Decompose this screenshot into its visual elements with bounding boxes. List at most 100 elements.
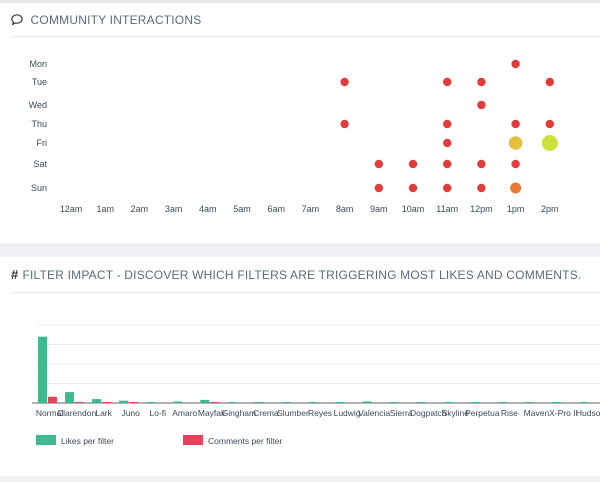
hour-label-2pm: 2pm [541, 204, 559, 214]
bar-comments-per-filter-mayfair [210, 402, 220, 403]
day-label-tue: Tue [32, 77, 47, 87]
interaction-point-tue-11am [443, 77, 452, 87]
legend-swatch-likes-per-filter [36, 435, 56, 445]
bar-likes-per-filter-crema [254, 402, 264, 403]
filter-label-lark: Lark [95, 408, 112, 418]
interaction-point-fri-11am [443, 138, 452, 148]
interaction-point-tue-8am [340, 77, 349, 87]
filter-label-lo-fi: Lo-fi [149, 408, 166, 418]
interaction-point-thu-2pm [545, 119, 554, 129]
bar-comments-per-filter-clarendon [75, 402, 85, 403]
day-label-sat: Sat [33, 159, 47, 169]
bar-likes-per-filter-maven [524, 402, 534, 403]
day-label-sun: Sun [31, 183, 47, 193]
bar-likes-per-filter-dogpatch [416, 402, 426, 403]
filter-label-ludwig: Ludwig [334, 408, 361, 418]
bar-comments-per-filter-normal [48, 396, 57, 403]
bar-likes-per-filter-normal [38, 336, 47, 403]
hour-label-1am: 1am [96, 204, 114, 214]
bar-likes-per-filter-lo-fi [146, 402, 156, 403]
interaction-point-thu-11am [443, 119, 452, 129]
filter-label-hudson: Hudson [576, 408, 600, 418]
bar-likes-per-filter-slumber [281, 402, 291, 403]
interaction-point-sun-1pm [510, 182, 522, 194]
interaction-point-sat-12pm [477, 159, 486, 169]
filter-label-maven: Maven [524, 408, 550, 418]
filter-label-gingham: Gingham [222, 408, 257, 418]
day-label-wed: Wed [29, 100, 47, 110]
filter-label-valencia: Valencia [358, 408, 390, 418]
hour-label-12am: 12am [60, 204, 83, 214]
filter-label-x-pro-ii: X-Pro II [549, 408, 578, 418]
bar-likes-per-filter-hudson [579, 402, 588, 403]
filter-label-perpetua: Perpetua [465, 408, 500, 418]
filter-label-reyes: Reyes [308, 408, 332, 418]
hour-label-2am: 2am [131, 204, 149, 214]
community-interactions-title: COMMUNITY INTERACTIONS [11, 13, 201, 27]
interaction-point-thu-8am [340, 119, 349, 129]
bar-likes-per-filter-gingham [227, 402, 237, 403]
legend-label-likes-per-filter: Likes per filter [61, 436, 114, 446]
interaction-point-mon-1pm [511, 59, 520, 69]
hour-label-6am: 6am [267, 204, 285, 214]
hour-label-3am: 3am [165, 204, 183, 214]
bar-likes-per-filter-clarendon [65, 392, 75, 403]
bar-likes-per-filter-valencia [362, 401, 372, 403]
filter-label-slumber: Slumber [277, 408, 309, 418]
filter-label-crema: Crema [253, 408, 279, 418]
interaction-point-sat-10am [408, 159, 418, 169]
filter-label-juno: Juno [121, 408, 140, 418]
interaction-point-fri-1pm [508, 136, 523, 150]
interaction-point-thu-1pm [511, 119, 520, 129]
legend-swatch-comments-per-filter [183, 435, 203, 445]
filter-label-amaro: Amaro [172, 408, 197, 418]
bar-likes-per-filter-rise [497, 402, 507, 403]
day-label-fri: Fri [37, 138, 48, 148]
filter-label-clarendon: Clarendon [57, 408, 96, 418]
bar-likes-per-filter-skyline [443, 402, 453, 403]
interaction-point-wed-12pm [477, 100, 486, 110]
speech-bubble-icon [11, 13, 27, 27]
interaction-point-sun-9am [374, 183, 383, 193]
hour-label-5am: 5am [233, 204, 251, 214]
community-title-text: COMMUNITY INTERACTIONS [30, 13, 202, 27]
hour-label-7am: 7am [302, 204, 320, 214]
bar-likes-per-filter-reyes [308, 402, 318, 403]
community-interactions-chart: 12am 1am 2am 3am 4am 5am 6am 7am 8am 9am 10am 11am 1… [29, 59, 559, 214]
filter-impact-panel: # FILTER IMPACT - DISCOVER WHICH FILTERS … [0, 257, 600, 476]
interaction-point-sun-11am [443, 183, 452, 193]
hashtag-icon: # [11, 267, 19, 282]
bar-comments-per-filter-juno [129, 402, 139, 403]
day-label-thu: Thu [31, 119, 47, 129]
bar-likes-per-filter-ludwig [335, 402, 345, 403]
interaction-point-sun-10am [408, 183, 418, 193]
hour-label-8am: 8am [336, 204, 354, 214]
filter-impact-title: # FILTER IMPACT - DISCOVER WHICH FILTERS … [11, 267, 581, 282]
interaction-point-sat-1pm [511, 159, 520, 169]
hour-label-4am: 4am [199, 204, 217, 214]
interaction-point-sat-9am [374, 159, 383, 169]
filter-impact-chart: NormalClarendon Lark Juno Lo-fi Amaro Mayfair… [32, 324, 600, 446]
interaction-point-tue-2pm [545, 77, 554, 87]
community-interactions-panel: COMMUNITY INTERACTIONS 12am 1am 2am 3am 4am 5… [0, 0, 600, 243]
title-divider [11, 292, 600, 293]
bar-likes-per-filter-lark [92, 399, 102, 403]
bar-comments-per-filter-lark [102, 402, 112, 403]
bar-likes-per-filter-amaro [173, 401, 183, 403]
interaction-point-fri-2pm [541, 135, 558, 151]
hour-label-9am: 9am [370, 204, 388, 214]
hour-label-10am: 10am [402, 204, 425, 214]
hour-label-12pm: 12pm [470, 204, 493, 214]
title-divider [11, 36, 600, 37]
filter-title-text: FILTER IMPACT - DISCOVER WHICH FILTERS A… [22, 268, 582, 282]
interaction-point-sun-12pm [477, 183, 486, 193]
interaction-point-sat-11am [443, 159, 452, 169]
day-label-mon: Mon [29, 59, 47, 69]
filter-label-rise: Rise [501, 408, 518, 418]
legend-label-comments-per-filter: Comments per filter [208, 436, 282, 446]
interaction-point-tue-12pm [477, 77, 486, 87]
hour-label-11am: 11am [436, 204, 458, 214]
bar-likes-per-filter-sierra [389, 402, 399, 403]
hour-label-1pm: 1pm [507, 204, 525, 214]
bar-likes-per-filter-mayfair [200, 399, 210, 403]
